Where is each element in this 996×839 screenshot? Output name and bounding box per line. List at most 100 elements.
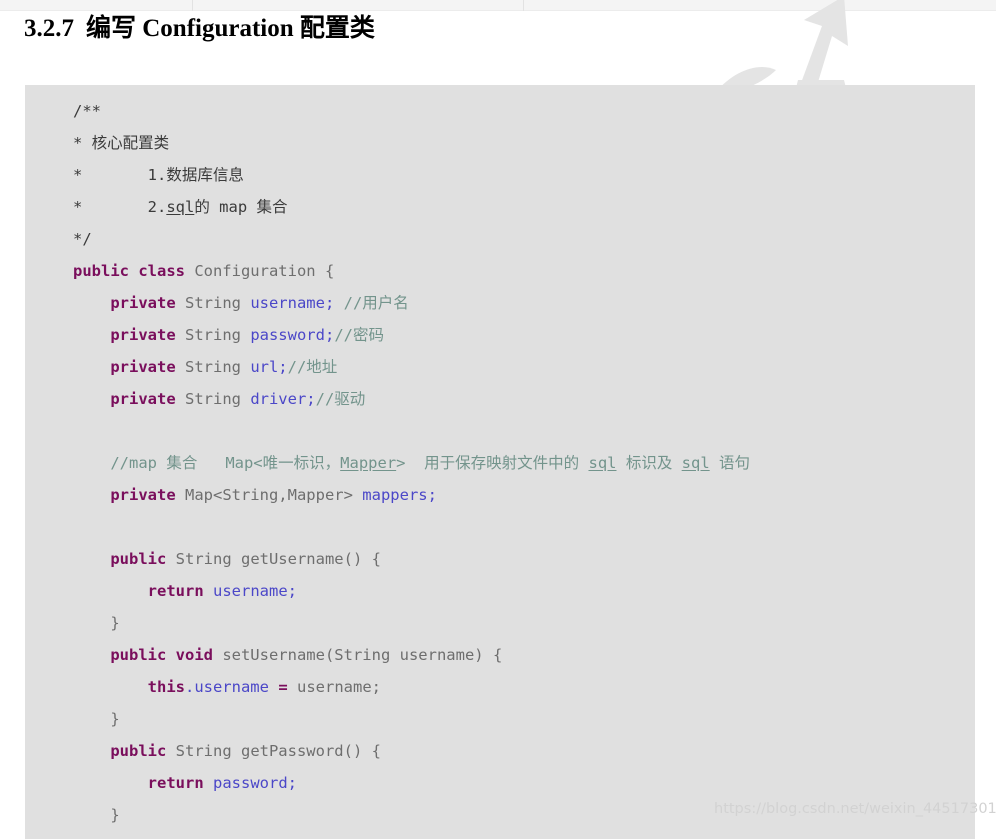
code-token: //驱动 [315,390,366,408]
code-line: this.username = username; [25,671,975,703]
code-token: private [110,486,176,504]
code-token: //用户名 [334,294,409,312]
code-token: sql [166,198,195,216]
code-token: private [110,326,176,344]
code-block[interactable]: /** * 核心配置类 * 1.数据库信息 * 2.sql的 map 集合 */publ… [25,85,975,839]
code-token: String getPassword() { [166,742,381,760]
code-token: return [147,582,204,600]
code-token: driver; [250,390,316,408]
code-token: return [147,774,204,792]
code-line: //map 集合 Map<唯一标识，Mapper> 用于保存映射文件中的 sql… [25,447,975,479]
code-token: Configuration { [184,262,335,280]
code-token: 语句 [709,454,750,472]
code-token: this [147,678,185,696]
code-token: String [175,358,251,376]
code-token: > 用于保存映射文件中的 [396,454,589,472]
code-token: public [110,742,167,760]
code-line: */ [25,223,975,255]
code-line: public void setUsername(String username)… [25,639,975,671]
code-line: private String driver;//驱动 [25,383,975,415]
toolbar-divider-2 [523,0,524,11]
code-token: setUsername(String username) { [212,646,503,664]
code-line: * 2.sql的 map 集合 [25,191,975,223]
top-toolbar-strip [0,0,996,11]
code-token: url; [250,358,288,376]
code-token: String [175,326,251,344]
code-line: } [25,799,975,831]
code-token: private [110,294,176,312]
code-token: 的 map 集合 [194,198,288,216]
code-token: Mapper [340,454,397,472]
code-line: private String username; //用户名 [25,287,975,319]
code-token: /** [73,102,101,120]
toolbar-divider-1 [192,0,193,11]
code-line: } [25,703,975,735]
code-line: public String getPassword() { [25,735,975,767]
code-token: username; [213,582,297,600]
code-line: } [25,607,975,639]
code-token: username; [287,678,381,696]
code-line: private Map<String,Mapper> mappers; [25,479,975,511]
code-token: * 1.数据库信息 [73,166,244,184]
code-line: * 1.数据库信息 [25,159,975,191]
code-token: String getUsername() { [166,550,381,568]
code-token: * 2. [73,198,167,216]
code-token: username; [250,294,335,312]
code-token: password; [250,326,335,344]
page-title: 3.2.7 编写 Configuration 配置类 [24,12,375,46]
code-token: } [110,614,120,632]
code-token: } [110,710,120,728]
page-title-number: 3.2.7 [24,15,74,42]
code-token: = [278,678,288,696]
code-token: } [110,806,120,824]
code-token: //地址 [287,358,338,376]
code-token: sql [681,454,710,472]
page-title-text: 编写 Configuration 配置类 [86,15,375,42]
code-token: //密码 [334,326,384,344]
code-line: * 核心配置类 [25,127,975,159]
code-line: private String url;//地址 [25,351,975,383]
code-line: public String getUsername() { [25,543,975,575]
code-token: .username [184,678,269,696]
code-token: * 核心配置类 [73,134,170,152]
code-token: public void [110,646,213,664]
code-line: return username; [25,575,975,607]
code-token: sql [588,454,617,472]
code-token: private [110,390,176,408]
code-token: password; [213,774,297,792]
code-token: public [110,550,167,568]
code-token: Map<String,Mapper> [175,486,363,504]
code-token: //map 集合 Map<唯一标识， [110,454,341,472]
code-token: String [175,294,251,312]
code-token: mappers; [362,486,437,504]
code-line: public class Configuration { [25,255,975,287]
code-line: /** [25,95,975,127]
code-token: public class [73,262,185,280]
code-token: private [110,358,176,376]
code-token: */ [73,230,92,248]
code-token: String [175,390,251,408]
code-line: private String password;//密码 [25,319,975,351]
code-line: return password; [25,767,975,799]
code-token: 标识及 [616,454,682,472]
